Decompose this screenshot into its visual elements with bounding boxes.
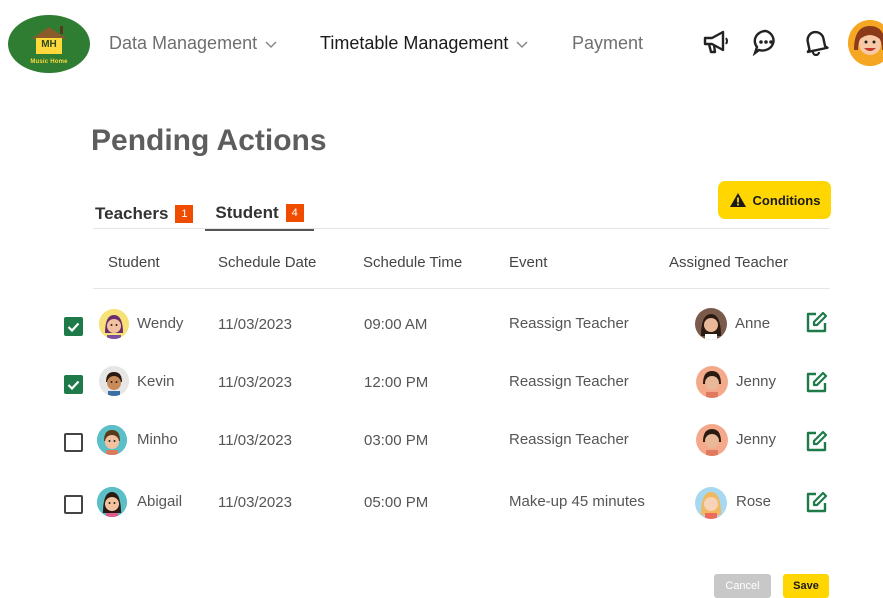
edit-icon[interactable] xyxy=(804,491,828,515)
teacher-avatar xyxy=(695,308,727,340)
conditions-button[interactable]: Conditions xyxy=(718,181,831,219)
nav-label: Timetable Management xyxy=(320,33,509,53)
column-header-student: Student xyxy=(108,254,160,271)
cancel-button[interactable]: Cancel xyxy=(714,574,771,598)
header-icons xyxy=(700,26,850,58)
table-row: Minho 11/03/2023 03:00 PM Reassign Teach… xyxy=(0,421,883,461)
student-name: Wendy xyxy=(137,315,184,332)
bell-icon[interactable] xyxy=(800,26,832,58)
teacher-name: Anne xyxy=(735,315,771,332)
schedule-time: 05:00 PM xyxy=(364,494,429,511)
table-header-divider xyxy=(93,288,830,289)
schedule-date: 11/03/2023 xyxy=(218,432,292,449)
row-checkbox[interactable] xyxy=(64,495,83,514)
page-title: Pending Actions xyxy=(91,124,327,157)
logo-subtitle: Music Home xyxy=(30,58,68,65)
student-avatar xyxy=(99,309,129,339)
schedule-time: 09:00 AM xyxy=(364,316,428,333)
profile-avatar[interactable] xyxy=(848,20,883,66)
schedule-date: 11/03/2023 xyxy=(218,494,292,511)
table-row: Wendy 11/03/2023 09:00 AM Reassign Teach… xyxy=(0,305,883,345)
column-header-assigned-teacher: Assigned Teacher xyxy=(669,254,788,271)
table-row: Abigail 11/03/2023 05:00 PM Make-up 45 m… xyxy=(0,483,883,523)
event: Reassign Teacher xyxy=(509,373,629,390)
table-row: Kevin 11/03/2023 12:00 PM Reassign Teach… xyxy=(0,363,883,403)
column-header-schedule-date: Schedule Date xyxy=(218,254,317,271)
tab-teachers[interactable]: Teachers 1 xyxy=(93,203,195,231)
nav-label: Payment xyxy=(572,33,644,53)
nav-data-management[interactable]: Data Management xyxy=(109,33,320,54)
edit-icon[interactable] xyxy=(804,311,828,335)
main-nav: Data Management Timetable Management Pay… xyxy=(109,33,643,54)
row-checkbox[interactable] xyxy=(64,375,83,394)
column-header-schedule-time: Schedule Time xyxy=(363,254,463,271)
count-badge: 4 xyxy=(285,204,304,222)
megaphone-icon[interactable] xyxy=(700,26,732,58)
chevron-down-icon xyxy=(265,33,277,54)
student-name: Abigail xyxy=(137,493,183,510)
teacher-avatar xyxy=(696,424,728,456)
column-header-event: Event xyxy=(509,254,548,271)
conditions-label: Conditions xyxy=(752,192,821,208)
schedule-date: 11/03/2023 xyxy=(218,316,292,333)
warning-icon xyxy=(729,192,747,208)
student-avatar xyxy=(97,425,127,455)
student-name: Kevin xyxy=(137,373,175,390)
count-badge: 1 xyxy=(175,205,194,223)
event: Make-up 45 minutes xyxy=(509,493,645,510)
student-avatar xyxy=(99,366,129,396)
edit-icon[interactable] xyxy=(804,371,828,395)
schedule-date: 11/03/2023 xyxy=(218,374,292,391)
teacher-avatar xyxy=(695,487,727,519)
teacher-name: Jenny xyxy=(736,431,777,448)
edit-icon[interactable] xyxy=(804,430,828,454)
schedule-time: 03:00 PM xyxy=(364,432,429,449)
tab-student[interactable]: Student 4 xyxy=(205,203,314,231)
nav-label: Data Management xyxy=(109,33,258,53)
tab-label: Teachers xyxy=(95,204,169,223)
teacher-avatar xyxy=(696,366,728,398)
row-checkbox[interactable] xyxy=(64,317,83,336)
teacher-name: Jenny xyxy=(736,373,777,390)
event: Reassign Teacher xyxy=(509,431,629,448)
teacher-name: Rose xyxy=(736,493,772,510)
tabs-divider xyxy=(93,228,830,229)
chat-bubble-icon[interactable] xyxy=(750,26,782,58)
event: Reassign Teacher xyxy=(509,315,629,332)
student-avatar xyxy=(97,487,127,517)
save-button[interactable]: Save xyxy=(783,574,829,598)
music-home-logo[interactable]: MH Music Home xyxy=(8,15,90,73)
student-name: Minho xyxy=(137,431,178,448)
tab-bar: Teachers 1 Student 4 xyxy=(93,203,332,231)
row-checkbox[interactable] xyxy=(64,433,83,452)
schedule-time: 12:00 PM xyxy=(364,374,429,391)
logo-initials: MH xyxy=(41,39,57,50)
nav-payment[interactable]: Payment xyxy=(572,33,643,54)
nav-timetable-management[interactable]: Timetable Management xyxy=(320,33,572,54)
tab-label: Student xyxy=(215,203,279,222)
chevron-down-icon xyxy=(516,33,528,54)
